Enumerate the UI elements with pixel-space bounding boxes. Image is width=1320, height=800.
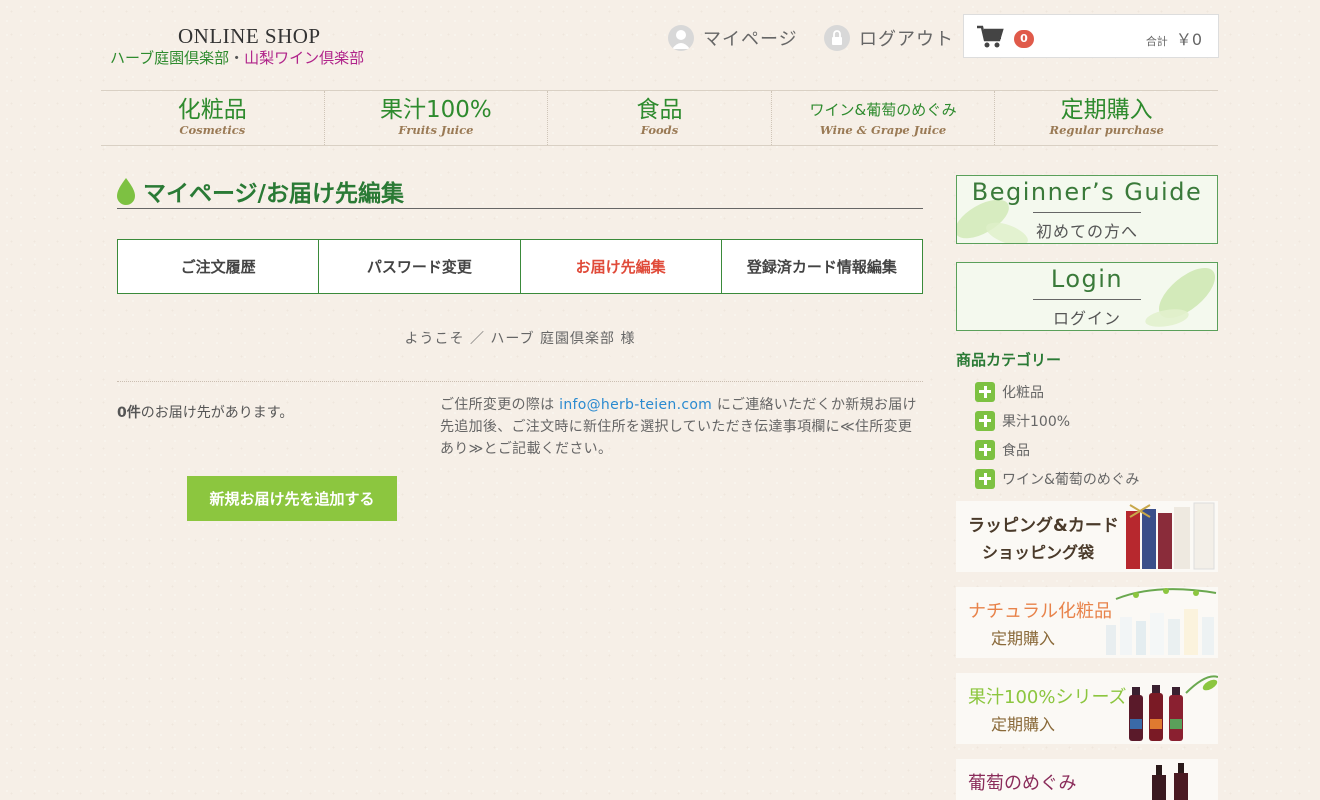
banner-subtitle: ショッピング袋 [982, 543, 1095, 562]
grape-blessing-banner[interactable]: 葡萄のめぐみ [956, 759, 1218, 800]
leaf-icon [117, 178, 135, 205]
login-title-en: Login [1050, 265, 1124, 293]
banner-subtitle: 定期購入 [991, 715, 1056, 734]
mypage-tabs: ご注文履歴 パスワード変更 お届け先編集 登録済カード情報編集 [117, 239, 923, 294]
add-delivery-button[interactable]: 新規お届け先を追加する [187, 476, 397, 521]
nav-jp-label: 食品 [636, 97, 683, 123]
category-item-juice[interactable]: 果汁100% [975, 406, 1139, 435]
category-label: 化粧品 [1002, 384, 1044, 401]
nav-en-label: Cosmetics [179, 123, 246, 137]
welcome-text: ようこそ ／ ハーブ 庭園倶楽部 様 [404, 331, 636, 347]
nav-en-label: Wine & Grape Juice [819, 123, 947, 137]
cosmetics-bottles-icon [1106, 588, 1217, 655]
guide-title-en: Beginner’s Guide [971, 178, 1203, 206]
delivery-count-text: のお届け先があります。 [140, 405, 294, 421]
page-title: マイページ/お届け先編集 [143, 181, 404, 207]
category-list: 化粧品 果汁100% 食品 ワイン&葡萄のめぐみ [975, 377, 1139, 493]
logout-label: ログアウト [859, 29, 954, 50]
tab-order-history[interactable]: ご注文履歴 [118, 240, 318, 293]
login-underline [1033, 299, 1141, 300]
category-heading: 商品カテゴリー [956, 351, 1062, 369]
nav-item-wine[interactable]: ワイン&葡萄のめぐみ Wine & Grape Juice [770, 91, 995, 145]
logo-brand-dot: ・ [229, 49, 245, 67]
banner-title: 葡萄のめぐみ [968, 773, 1077, 794]
notice-text-a: ご住所変更の際は [440, 397, 560, 413]
guide-title-jp: 初めての方へ [1035, 222, 1138, 241]
natural-cosmetics-banner[interactable]: ナチュラル化粧品 定期購入 [956, 587, 1218, 658]
cart-icon [977, 25, 1004, 48]
gift-bags-icon [1126, 502, 1215, 570]
banner-title: ラッピング&カード [968, 516, 1119, 536]
nav-item-cosmetics[interactable]: 化粧品 Cosmetics [101, 91, 324, 145]
nav-jp-label: 定期購入 [1060, 97, 1153, 123]
tab-password[interactable]: パスワード変更 [318, 240, 519, 293]
category-item-foods[interactable]: 食品 [975, 435, 1139, 464]
category-item-wine[interactable]: ワイン&葡萄のめぐみ [975, 464, 1139, 493]
logo-brand-herb: ハーブ庭園倶楽部 [110, 49, 230, 67]
banner-title: ナチュラル化粧品 [968, 601, 1112, 622]
wrapping-banner[interactable]: ラッピング&カード ショッピング袋 [956, 501, 1218, 572]
cart-total-value: ￥0 [1175, 30, 1202, 49]
nav-item-juice[interactable]: 果汁100% Fruits Juice [323, 91, 548, 145]
banner-subtitle: 定期購入 [991, 629, 1056, 648]
nav-jp-label: 果汁100% [380, 97, 492, 123]
login-title-jp: ログイン [1052, 309, 1121, 328]
login-banner[interactable]: Login ログイン [956, 262, 1218, 331]
page-title-bar: マイページ/お届け先編集 [117, 174, 923, 209]
plus-icon [975, 410, 995, 431]
cart-total: 合計 ￥0 [1146, 26, 1202, 50]
juice-bottles-icon [1129, 675, 1218, 741]
delivery-count-number: 0件 [117, 405, 141, 421]
nav-en-label: Fruits Juice [398, 123, 474, 137]
plus-icon [975, 468, 995, 489]
logout-link[interactable]: ログアウト [824, 25, 954, 51]
category-label: 食品 [1002, 442, 1030, 459]
plus-icon [975, 381, 995, 402]
lock-icon [824, 25, 850, 51]
delivery-count: 0件のお届け先があります。 [117, 402, 293, 422]
category-item-cosmetics[interactable]: 化粧品 [975, 377, 1139, 406]
juice-series-banner[interactable]: 果汁100%シリーズ 定期購入 [956, 673, 1218, 744]
wine-bottles-icon [1152, 763, 1188, 800]
nav-en-label: Regular purchase [1049, 123, 1164, 137]
nav-item-foods[interactable]: 食品 Foods [547, 91, 771, 145]
banner-title: 果汁100%シリーズ [968, 687, 1127, 708]
category-label: ワイン&葡萄のめぐみ [1002, 471, 1140, 488]
guide-underline [1033, 212, 1141, 213]
logo-brand-wine: 山梨ワイン倶楽部 [244, 49, 365, 67]
nav-jp-label: 化粧品 [177, 97, 247, 123]
divider [117, 381, 923, 382]
tab-delivery-edit[interactable]: お届け先編集 [519, 240, 721, 293]
nav-en-label: Foods [640, 123, 679, 137]
plus-icon [975, 439, 995, 460]
logo-top-text[interactable]: ONLINE SHOP [178, 24, 321, 49]
cart-total-label: 合計 [1145, 35, 1168, 48]
nav-item-regular[interactable]: 定期購入 Regular purchase [994, 91, 1218, 145]
beginners-guide-banner[interactable]: Beginner’s Guide 初めての方へ [956, 175, 1218, 244]
nav-jp-label: ワイン&葡萄のめぐみ [809, 101, 957, 119]
cart-box[interactable]: 0 合計 ￥0 [963, 14, 1219, 58]
support-email-link[interactable]: info@herb-teien.com [559, 397, 712, 413]
address-change-notice: ご住所変更の際は info@herb-teien.com にご連絡いただくか新規… [440, 394, 926, 460]
cart-count-badge: 0 [1014, 30, 1034, 48]
mypage-link[interactable]: マイページ [668, 25, 798, 51]
user-icon [668, 25, 694, 51]
logo-brand[interactable]: ハーブ庭園倶楽部・山梨ワイン倶楽部 [110, 47, 364, 68]
mypage-label: マイページ [703, 29, 798, 50]
tab-card-edit[interactable]: 登録済カード情報編集 [720, 240, 922, 293]
category-label: 果汁100% [1002, 413, 1071, 430]
main-nav: 化粧品 Cosmetics 果汁100% Fruits Juice 食品 Foo… [101, 90, 1218, 146]
